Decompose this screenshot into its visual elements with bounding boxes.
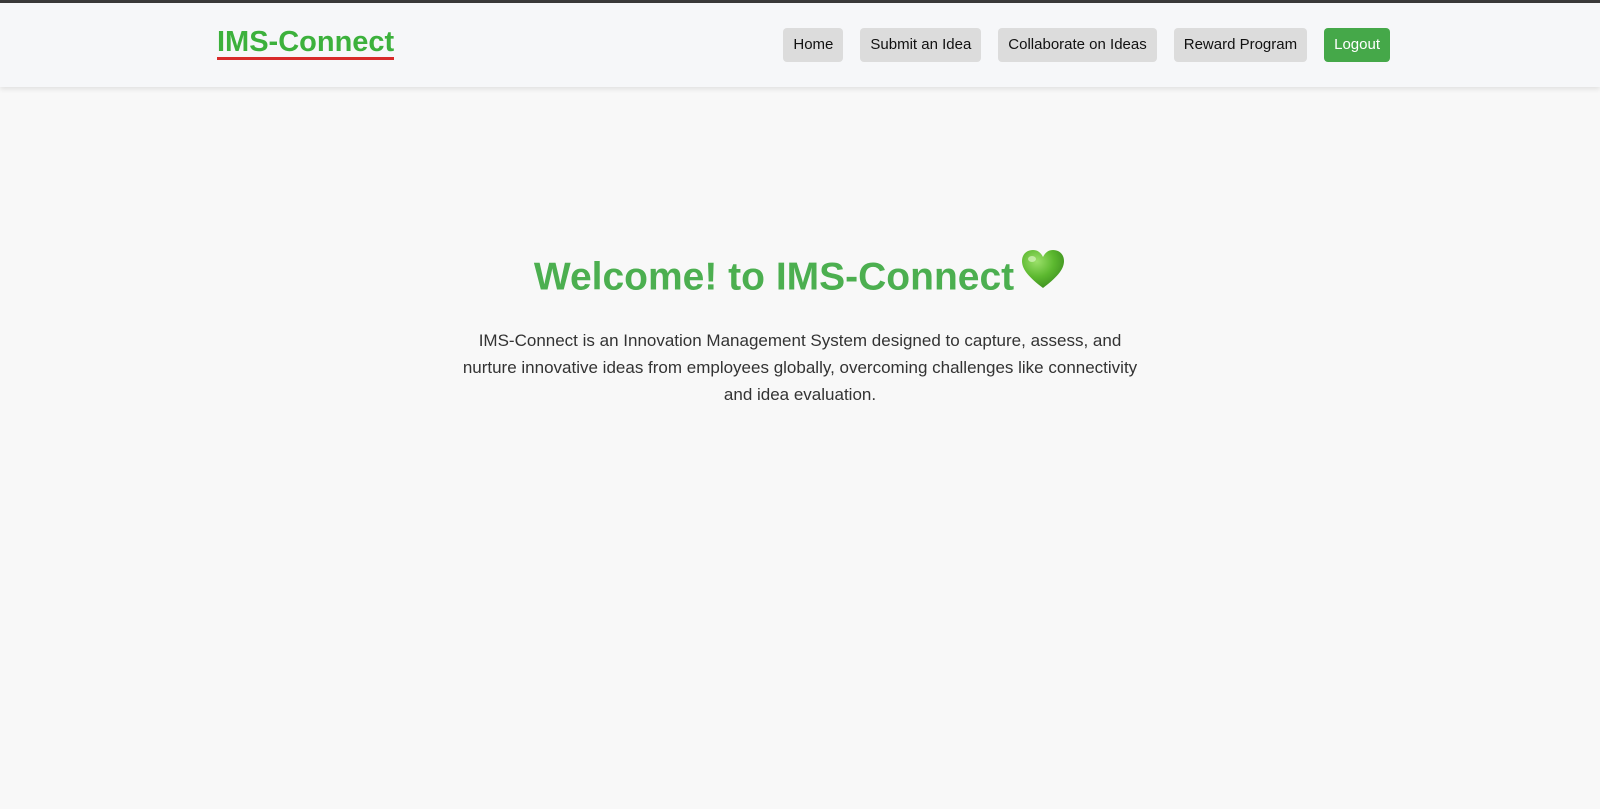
green-heart-icon xyxy=(1020,248,1066,304)
page: IMS-Connect Home Submit an Idea Collabor… xyxy=(0,0,1600,809)
brand-logo-link[interactable]: IMS-Connect xyxy=(217,27,395,60)
nav-collaborate-button[interactable]: Collaborate on Ideas xyxy=(998,28,1157,62)
nav-submit-idea-button[interactable]: Submit an Idea xyxy=(860,28,982,62)
main-nav: Home Submit an Idea Collaborate on Ideas… xyxy=(783,28,1390,62)
hero-section: Welcome! to IMS-Connect IMS-Connect is a… xyxy=(0,248,1600,408)
nav-reward-program-button[interactable]: Reward Program xyxy=(1173,28,1308,62)
hero-title: Welcome! to IMS-Connect xyxy=(533,255,1015,299)
navbar: IMS-Connect Home Submit an Idea Collabor… xyxy=(0,3,1600,87)
hero-description: IMS-Connect is an Innovation Management … xyxy=(462,331,1138,404)
nav-home-button[interactable]: Home xyxy=(783,28,844,62)
hero-title-row: Welcome! to IMS-Connect xyxy=(0,248,1600,307)
logout-button[interactable]: Logout xyxy=(1324,28,1390,62)
